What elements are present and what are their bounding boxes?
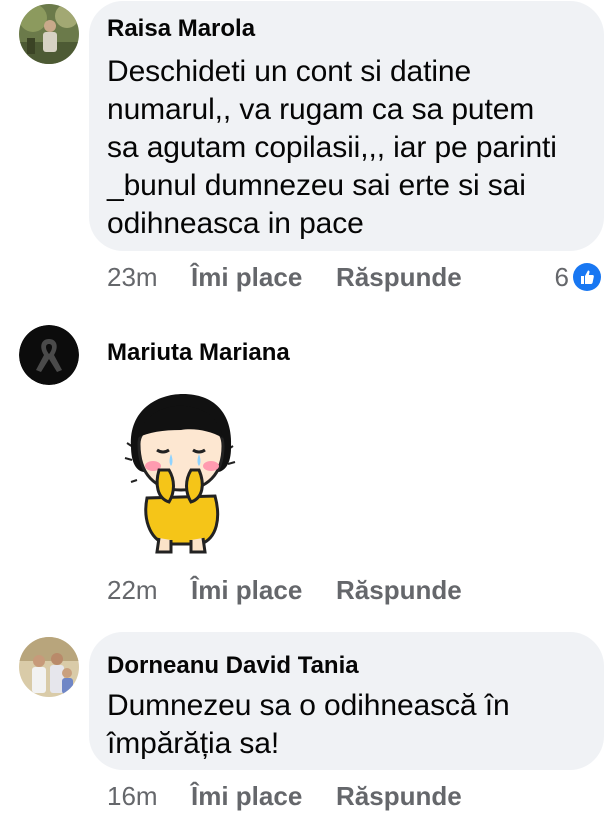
reaction-count: 6 bbox=[554, 262, 569, 292]
like-icon bbox=[573, 263, 601, 291]
comment-actions: 23m Îmi place Răspunde 6 bbox=[107, 259, 607, 295]
crying-girl-sticker-icon bbox=[124, 394, 236, 554]
comment-timestamp[interactable]: 16m bbox=[107, 778, 158, 814]
comment-timestamp[interactable]: 22m bbox=[107, 572, 158, 608]
comment-text-line: Dumnezeu sa o odihnească în bbox=[107, 689, 510, 722]
comment-text-line: sa agutam copilasii,,, iar pe parinti bbox=[107, 131, 557, 164]
reaction-summary[interactable]: 6 bbox=[555, 259, 601, 295]
crying-girl-sticker[interactable] bbox=[113, 388, 249, 556]
comment-mariuta-mariana: Mariuta Mariana 22m Îmi place Răspunde bbox=[0, 300, 614, 620]
comment-text-line: Deschideti un cont si datine bbox=[107, 55, 472, 88]
comment-bubble: Dorneanu David Tania Dumnezeu sa o odihn… bbox=[89, 632, 604, 770]
comment-raisa-marola: Raisa Marola Deschideti un cont si datin… bbox=[0, 0, 614, 300]
comment-actions: 22m Îmi place Răspunde bbox=[107, 572, 527, 608]
profile-photo-icon bbox=[19, 4, 79, 64]
like-button[interactable]: Îmi place bbox=[191, 572, 302, 608]
comment-text: Dumnezeu sa o odihnească în împărăția sa… bbox=[107, 687, 586, 763]
comment-bubble: Raisa Marola Deschideti un cont si datin… bbox=[89, 1, 604, 251]
reply-button[interactable]: Răspunde bbox=[336, 572, 462, 608]
black-mourning-ribbon-icon bbox=[19, 325, 79, 385]
comment-text: Deschideti un cont si datine numarul,, v… bbox=[107, 53, 586, 243]
reply-button[interactable]: Răspunde bbox=[336, 778, 462, 814]
comment-author[interactable]: Dorneanu David Tania bbox=[107, 651, 586, 681]
avatar[interactable] bbox=[19, 637, 79, 697]
avatar[interactable] bbox=[19, 325, 79, 385]
comment-text-line: numarul,, va rugam ca sa putem bbox=[107, 93, 535, 126]
comment-timestamp[interactable]: 23m bbox=[107, 259, 158, 295]
comment-text-line: împărăția sa! bbox=[107, 727, 280, 760]
profile-photo-icon bbox=[19, 637, 79, 697]
avatar[interactable] bbox=[19, 4, 79, 64]
comment-author[interactable]: Mariuta Mariana bbox=[107, 338, 290, 368]
comment-text-line: _bunul dumnezeu sai erte si sai bbox=[107, 169, 526, 202]
comment-actions: 16m Îmi place Răspunde bbox=[107, 778, 527, 814]
comment-author[interactable]: Raisa Marola bbox=[107, 14, 586, 44]
like-button[interactable]: Îmi place bbox=[191, 778, 302, 814]
reply-button[interactable]: Răspunde bbox=[336, 259, 462, 295]
comment-text-line: odihneasca in pace bbox=[107, 207, 364, 240]
like-button[interactable]: Îmi place bbox=[191, 259, 302, 295]
comment-dorneanu-david-tania: Dorneanu David Tania Dumnezeu sa o odihn… bbox=[0, 620, 614, 824]
